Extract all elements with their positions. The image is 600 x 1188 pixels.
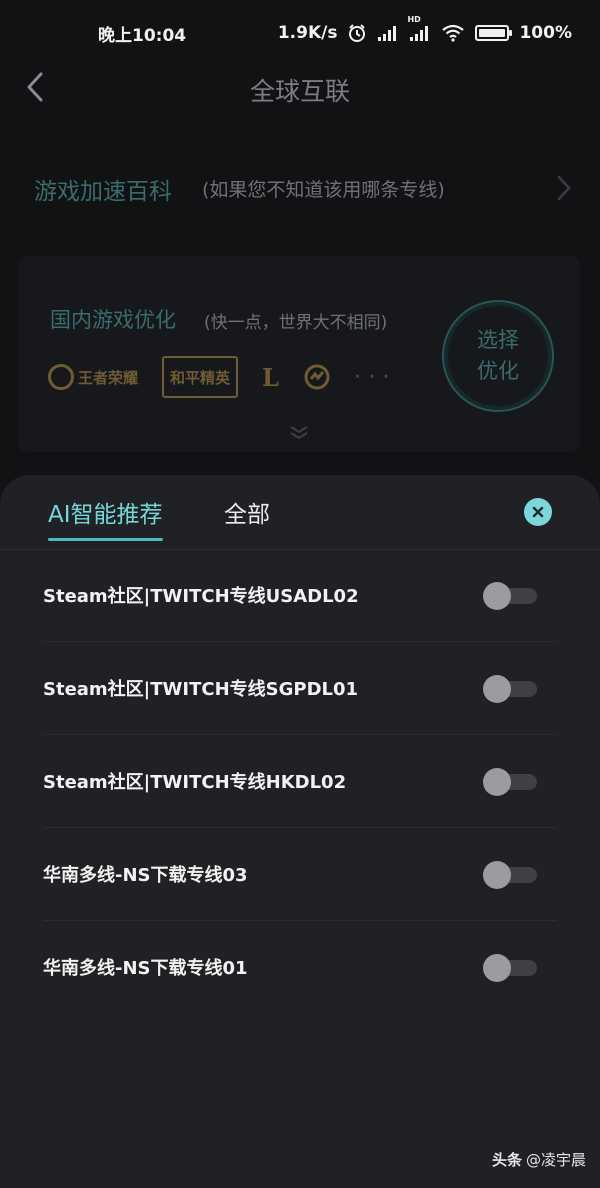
line-list: Steam社区|TWITCH专线USADL02 Steam社区|TWITCH专线…	[43, 549, 557, 1013]
more-logos-icon: · · ·	[354, 369, 391, 385]
watermark-brand: 头条	[491, 1151, 522, 1169]
battery-fill	[479, 29, 506, 37]
line-toggle[interactable]	[483, 954, 537, 982]
list-item[interactable]: Steam社区|TWITCH专线SGPDL01	[43, 642, 557, 735]
list-item[interactable]: 华南多线-NS下载专线03	[43, 828, 557, 921]
status-time: 晚上10:04	[98, 25, 187, 46]
logo-text: 王者荣耀	[78, 368, 139, 387]
sheet-tabs: AI智能推荐 全部	[0, 475, 600, 550]
toggle-knob	[483, 954, 511, 982]
encyclopedia-title: 游戏加速百科	[34, 179, 172, 205]
watermark: 头条 @凌宇晨	[492, 1149, 586, 1170]
promo-title: 国内游戏优化	[50, 308, 176, 332]
active-tab-indicator	[48, 538, 163, 541]
net-speed: 1.9K/s	[277, 23, 338, 43]
close-icon	[532, 506, 544, 518]
domestic-optimization-card: 国内游戏优化 (快一点，世界大不相同) 王者荣耀 和平精英 L · · · 选择	[18, 256, 580, 452]
list-item[interactable]: 华南多线-NS下载专线01	[43, 921, 557, 1013]
line-toggle[interactable]	[483, 861, 537, 889]
game-logos: 王者荣耀 和平精英 L · · ·	[48, 356, 391, 398]
list-item[interactable]: Steam社区|TWITCH专线HKDL02	[43, 735, 557, 828]
honor-ring-icon	[48, 364, 74, 390]
lol-logo: L	[262, 360, 279, 394]
line-selection-sheet: AI智能推荐 全部 Steam社区|TWITCH专线USADL02 Steam社…	[0, 475, 600, 1188]
tab-all[interactable]: 全部	[224, 495, 270, 529]
peace-elite-logo: 和平精英	[162, 356, 239, 398]
line-toggle[interactable]	[483, 675, 537, 703]
double-chevron-down-icon[interactable]	[288, 424, 310, 444]
alarm-icon	[347, 23, 367, 43]
tab-ai-recommend[interactable]: AI智能推荐	[48, 495, 163, 541]
encyclopedia-subtitle: (如果您不知道该用哪条专线)	[202, 179, 445, 201]
wifi-icon	[441, 24, 465, 42]
toggle-knob	[483, 582, 511, 610]
line-toggle[interactable]	[483, 582, 537, 610]
signal-icon	[377, 24, 399, 42]
screen: 晚上10:04 1.9K/s HD 100% 全球互联 游戏加速百科 (如果您不…	[0, 0, 600, 1188]
select-button-label: 选择优化	[477, 328, 519, 383]
line-name: 华南多线-NS下载专线01	[43, 958, 248, 979]
close-button[interactable]	[524, 498, 552, 526]
line-toggle[interactable]	[483, 768, 537, 796]
list-item[interactable]: Steam社区|TWITCH专线USADL02	[43, 549, 557, 642]
line-name: Steam社区|TWITCH专线SGPDL01	[43, 679, 359, 700]
page-title: 全球互联	[249, 77, 350, 106]
hd-signal-icon: HD	[407, 15, 431, 42]
status-bar: 晚上10:04 1.9K/s HD 100%	[0, 0, 600, 66]
toggle-knob	[483, 861, 511, 889]
line-name: Steam社区|TWITCH专线HKDL02	[43, 772, 347, 793]
toggle-knob	[483, 675, 511, 703]
battery-icon	[475, 25, 513, 41]
tab-label: AI智能推荐	[48, 502, 163, 528]
chevron-right-icon	[556, 174, 572, 206]
watermark-author: @凌宇晨	[525, 1151, 586, 1169]
select-optimization-button[interactable]: 选择优化	[442, 300, 554, 412]
logo-text: 和平精英	[170, 368, 231, 387]
promo-subtitle: (快一点，世界大不相同)	[204, 313, 388, 333]
logo-text: L	[262, 362, 279, 392]
line-name: 华南多线-NS下载专线03	[43, 865, 248, 886]
status-icons: 1.9K/s HD 100%	[277, 15, 572, 43]
battery-percent: 100%	[519, 23, 572, 43]
tab-label: 全部	[224, 502, 270, 528]
header: 全球互联	[0, 66, 600, 136]
line-name: Steam社区|TWITCH专线USADL02	[43, 586, 359, 607]
hd-label: HD	[407, 15, 421, 24]
honor-of-kings-logo: 王者荣耀	[48, 360, 138, 394]
game-encyclopedia-row[interactable]: 游戏加速百科 (如果您不知道该用哪条专线)	[0, 160, 600, 220]
game-logo-icon	[303, 360, 331, 394]
toggle-knob	[483, 768, 511, 796]
